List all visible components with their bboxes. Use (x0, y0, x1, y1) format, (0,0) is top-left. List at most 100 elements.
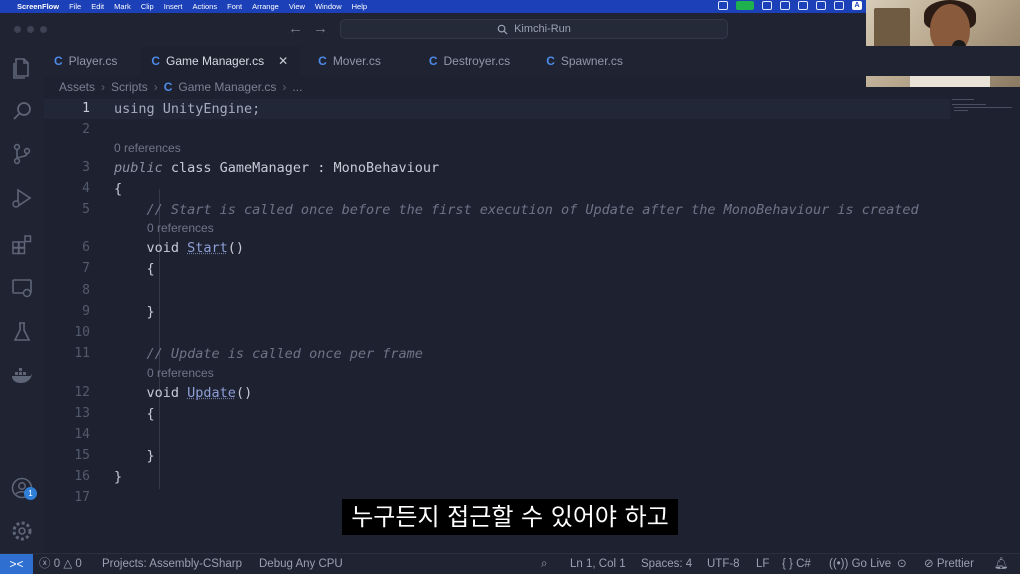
code-line[interactable]: 15 } (44, 446, 950, 466)
remote-icon[interactable]: >< (0, 554, 33, 574)
breadcrumb-item[interactable]: Game Manager.cs (178, 80, 276, 94)
code-line[interactable]: 5 // Start is called once before the fir… (44, 200, 950, 220)
codelens-references[interactable]: 0 references (114, 140, 181, 156)
bluetooth-icon[interactable] (816, 1, 826, 10)
close-window-dot[interactable] (14, 26, 21, 33)
menu-edit[interactable]: Edit (91, 2, 104, 11)
tab-spawner[interactable]: C Spawner.cs (536, 46, 635, 76)
settings-gear-icon[interactable] (10, 519, 34, 543)
video-subtitle: 누구든지 접근할 수 있어야 하고 (342, 499, 678, 535)
tab-label: Mover.cs (332, 54, 381, 68)
menubar-app-name[interactable]: ScreenFlow (17, 2, 59, 11)
breadcrumb-item[interactable]: Assets (59, 80, 95, 94)
problems-indicator[interactable]: ⓧ 0 △ 0 (39, 554, 82, 574)
line-number: 5 (82, 202, 90, 217)
menu-arrange[interactable]: Arrange (252, 2, 279, 11)
volume-icon[interactable] (834, 1, 844, 10)
code-line[interactable]: 3 public class GameManager : MonoBehaviou… (44, 158, 950, 178)
codelens-references[interactable]: 0 references (147, 365, 214, 381)
remote-explorer-icon[interactable] (10, 276, 34, 300)
csharp-file-icon: C (428, 54, 438, 68)
window-controls (14, 26, 47, 33)
language-mode[interactable]: { } C# (782, 554, 811, 574)
minimize-window-dot[interactable] (27, 26, 34, 33)
search-icon (497, 24, 508, 35)
code-line[interactable]: 13 { (44, 404, 950, 424)
code-comment: // Start is called once before the first… (114, 202, 919, 218)
minimap[interactable] (950, 97, 1020, 553)
search-icon[interactable] (10, 99, 34, 123)
breadcrumb-item[interactable]: Scripts (111, 80, 148, 94)
method-name: Update (187, 385, 236, 401)
code-line[interactable]: 10 (44, 323, 950, 343)
menu-window[interactable]: Window (315, 2, 342, 11)
menu-font[interactable]: Font (227, 2, 242, 11)
language-label: C# (796, 558, 811, 570)
menu-clip[interactable]: Clip (141, 2, 154, 11)
camera-indicator-icon[interactable] (736, 1, 754, 10)
debug-config[interactable]: Debug Any CPU (259, 554, 343, 574)
code-line[interactable]: 14 (44, 425, 950, 445)
menu-actions[interactable]: Actions (193, 2, 218, 11)
back-arrow-icon[interactable]: ← (288, 20, 303, 37)
menu-insert[interactable]: Insert (164, 2, 183, 11)
menu-view[interactable]: View (289, 2, 305, 11)
code-line[interactable]: 4{ (44, 179, 950, 199)
chevron-right-icon: › (282, 80, 287, 94)
code-line[interactable]: 16} (44, 467, 950, 487)
breadcrumb-item[interactable]: ... (292, 80, 302, 94)
zoom-icon[interactable]: ⌕ (541, 554, 547, 574)
close-icon[interactable]: ✕ (278, 54, 288, 68)
tab-destroyer[interactable]: C Destroyer.cs (419, 46, 522, 76)
extensions-icon[interactable] (10, 232, 34, 256)
breadcrumb: Assets › Scripts › C Game Manager.cs › .… (59, 80, 302, 94)
code-line[interactable]: 12 void Update() (44, 383, 950, 403)
code-line[interactable]: 1 using UnityEngine; (44, 99, 950, 119)
menu-help[interactable]: Help (352, 2, 367, 11)
docker-icon[interactable] (10, 364, 34, 388)
source-control-icon[interactable] (10, 142, 34, 166)
status-icon[interactable] (762, 1, 772, 10)
screen-record-icon[interactable] (718, 1, 728, 10)
explorer-icon[interactable] (10, 56, 34, 80)
zoom-window-dot[interactable] (40, 26, 47, 33)
csharp-file-icon: C (546, 54, 555, 68)
end-of-line[interactable]: LF (756, 554, 769, 574)
code-line[interactable]: 6 void Start() (44, 238, 950, 258)
status-icon[interactable] (780, 1, 790, 10)
forward-arrow-icon[interactable]: → (313, 20, 328, 37)
code-line[interactable]: 2 (44, 120, 950, 140)
command-center-search[interactable]: Kimchi-Run (340, 19, 728, 39)
code-line[interactable]: 9 } (44, 302, 950, 322)
code-editor[interactable]: 1 using UnityEngine; 2 0 references 3 publ… (44, 97, 950, 553)
project-indicator[interactable]: Projects: Assembly-CSharp (102, 554, 242, 574)
testing-icon[interactable] (10, 320, 34, 344)
indentation[interactable]: Spaces: 4 (641, 554, 692, 574)
menu-mark[interactable]: Mark (114, 2, 131, 11)
cursor-position[interactable]: Ln 1, Col 1 (570, 554, 626, 574)
code-line[interactable]: 8 (44, 281, 950, 301)
editor-tabs: C Player.cs C Game Manager.cs ✕ C Mover.cs C… (44, 46, 1020, 76)
code-keyword: public (114, 160, 163, 176)
code-line[interactable]: 11 // Update is called once per frame (44, 344, 950, 364)
status-icon[interactable] (798, 1, 808, 10)
tab-mover[interactable]: C Mover.cs (308, 46, 393, 76)
line-number: 3 (82, 160, 90, 175)
run-debug-icon[interactable] (10, 186, 34, 210)
notifications-bell-icon[interactable]: 🔔︎ (994, 554, 1009, 574)
encoding[interactable]: UTF-8 (707, 554, 740, 574)
copilot-icon[interactable]: ⊙ (897, 554, 907, 574)
go-live-button[interactable]: ((•)) Go Live (829, 554, 891, 574)
tab-game-manager[interactable]: C Game Manager.cs ✕ (141, 46, 301, 76)
line-number: 16 (74, 469, 90, 484)
code-text: { (114, 406, 155, 422)
input-source-indicator[interactable]: A (852, 1, 862, 10)
code-comment: // Update is called once per frame (114, 346, 423, 362)
codelens-references[interactable]: 0 references (147, 220, 214, 236)
code-line[interactable]: 7 { (44, 259, 950, 279)
prettier-label: Prettier (936, 558, 974, 570)
menu-file[interactable]: File (69, 2, 81, 11)
prettier-button[interactable]: ⊘ Prettier (924, 554, 974, 574)
menubar-tray: A (718, 1, 862, 10)
tab-player[interactable]: C Player.cs (44, 46, 129, 76)
